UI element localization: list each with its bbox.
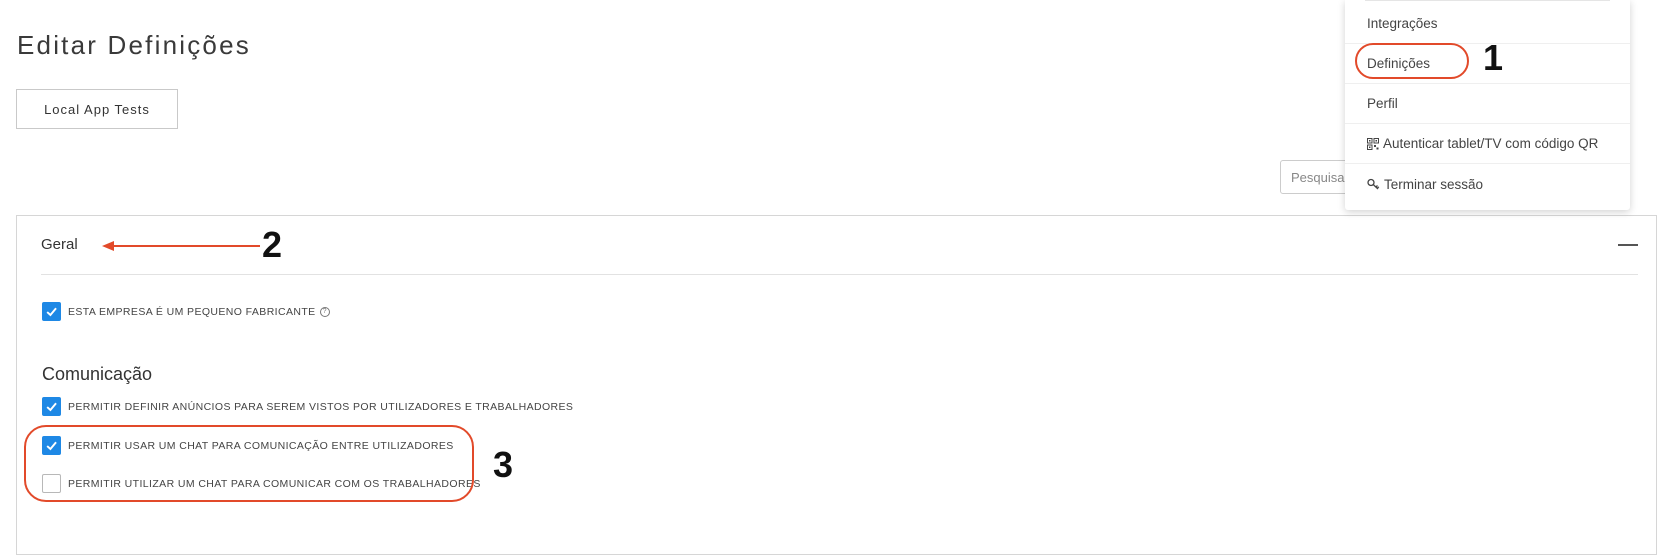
user-dropdown-menu: Integrações Definições Perfil Autenticar… [1345, 0, 1630, 210]
callout-number-3: 3 [493, 444, 514, 485]
checkmark-icon [46, 307, 57, 317]
page-title: Editar Definições [17, 30, 251, 60]
highlight-oval-chat-options [24, 425, 474, 502]
small-manufacturer-label: ESTA EMPRESA É UM PEQUENO FABRICANTE [68, 305, 316, 318]
arrow-left-icon [102, 241, 260, 251]
communication-heading: Comunicação [42, 364, 153, 384]
menu-item-label: Terminar sessão [1384, 176, 1484, 192]
menu-item-label: Perfil [1367, 96, 1398, 111]
highlight-oval-settings [1355, 43, 1469, 79]
collapse-icon[interactable] [1618, 244, 1638, 246]
announcements-option[interactable]: PERMITIR DEFINIR ANÚNCIOS PARA SEREM VIS… [42, 397, 573, 416]
menu-item-label: Autenticar tablet/TV com código QR [1383, 136, 1599, 151]
key-icon [1367, 178, 1380, 190]
menu-item-profile[interactable]: Perfil [1345, 84, 1630, 124]
small-manufacturer-option[interactable]: ESTA EMPRESA É UM PEQUENO FABRICANTE ? [42, 302, 330, 321]
panel-title: Geral [41, 236, 78, 253]
announcements-checkbox[interactable] [42, 397, 61, 416]
announcements-label: PERMITIR DEFINIR ANÚNCIOS PARA SEREM VIS… [68, 400, 574, 413]
callout-number-2: 2 [262, 224, 283, 265]
callout-number-1: 1 [1483, 37, 1504, 78]
general-settings-panel: Geral ESTA EMPRESA É UM PEQUENO FABRICAN… [16, 215, 1657, 555]
checkmark-icon [46, 402, 57, 412]
divider [1365, 0, 1610, 1]
menu-item-label: Integrações [1367, 16, 1438, 31]
divider [41, 274, 1638, 275]
small-manufacturer-checkbox[interactable] [42, 302, 61, 321]
app-tab-button[interactable]: Local App Tests [16, 89, 178, 129]
menu-item-qr-auth[interactable]: Autenticar tablet/TV com código QR [1345, 124, 1630, 164]
menu-item-logout[interactable]: Terminar sessão [1345, 164, 1630, 204]
help-icon[interactable]: ? [319, 306, 330, 317]
qr-code-icon [1367, 137, 1379, 150]
